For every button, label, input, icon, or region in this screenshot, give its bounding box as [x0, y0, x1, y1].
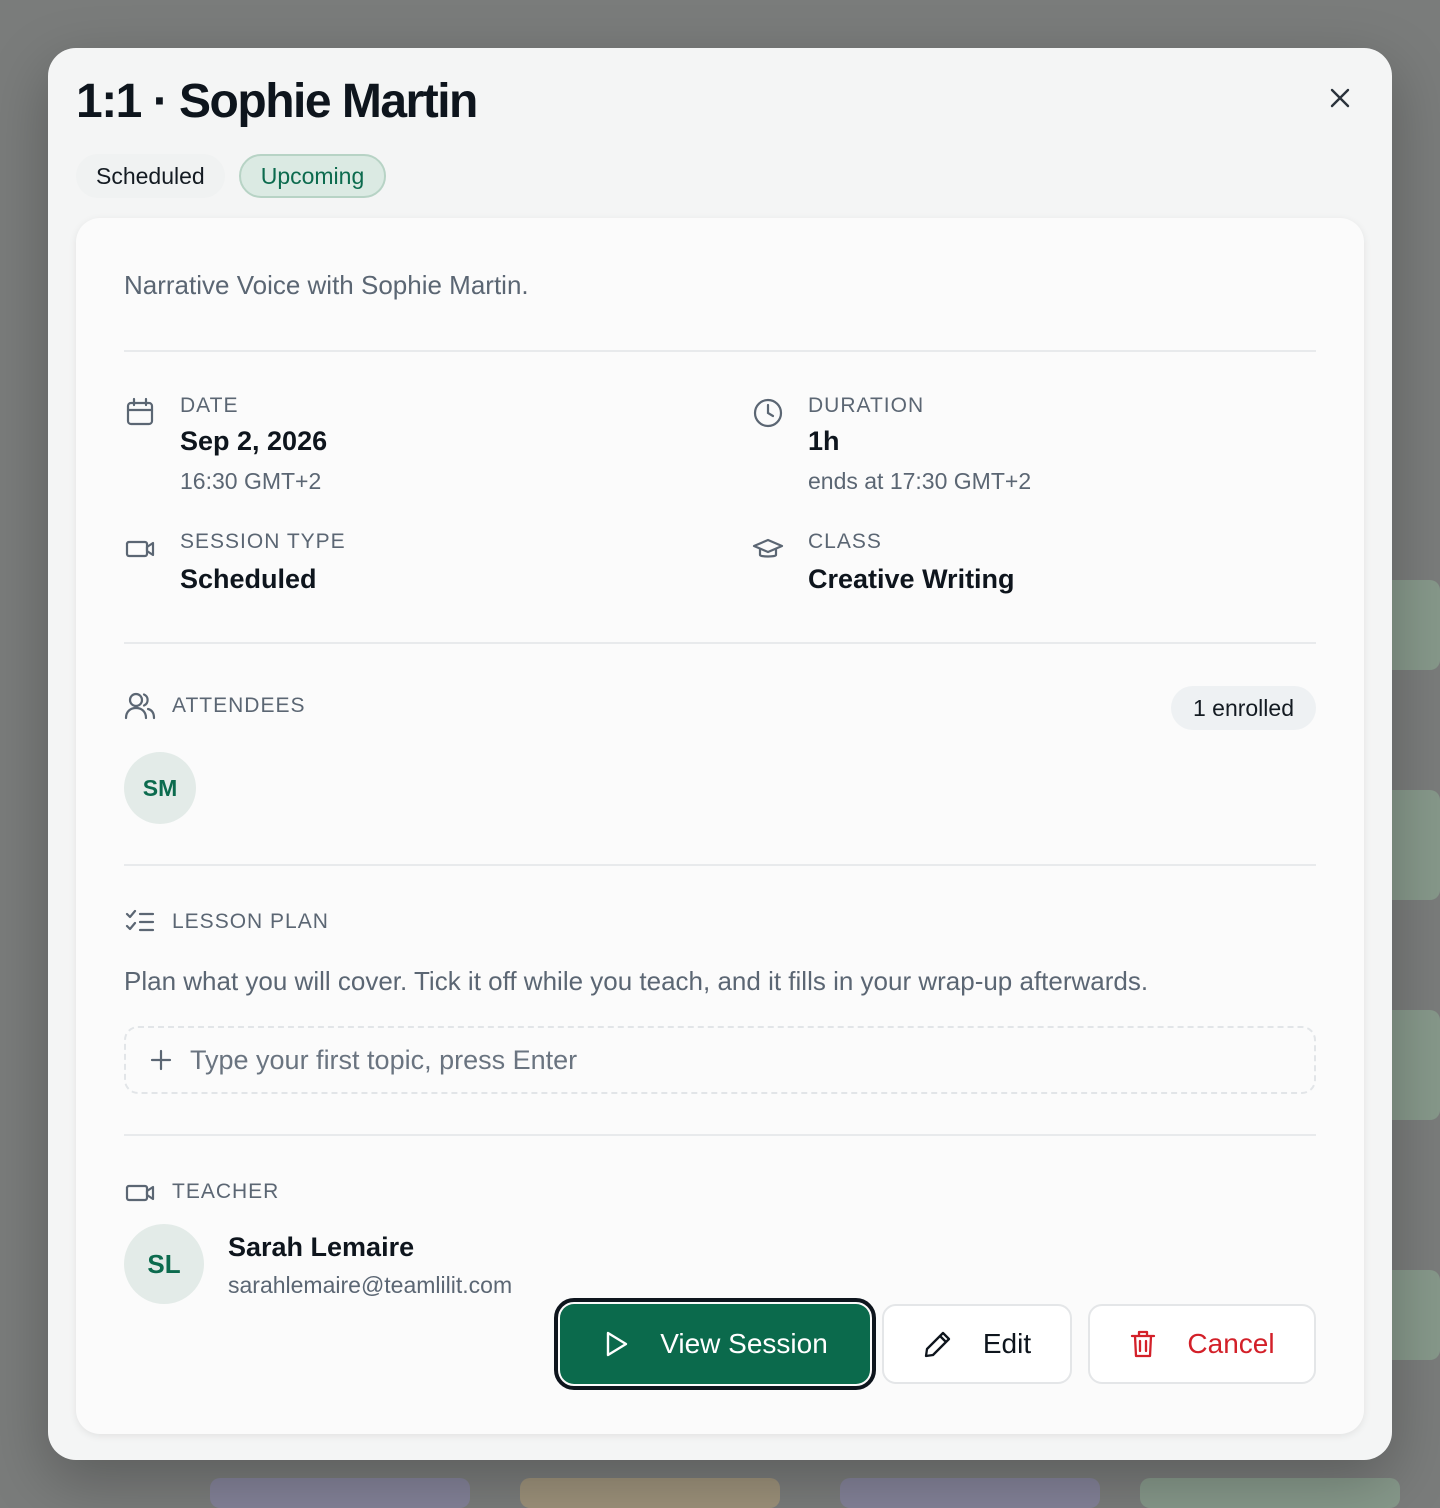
close-button[interactable]	[1326, 84, 1354, 112]
background-event-strip	[1140, 1478, 1400, 1508]
teacher-name: Sarah Lemaire	[228, 1232, 415, 1262]
class-label: CLASS	[808, 530, 882, 553]
status-badge-upcoming: Upcoming	[238, 154, 387, 198]
lesson-plan-label: LESSON PLAN	[172, 910, 329, 933]
edit-button[interactable]: Edit	[882, 1304, 1072, 1384]
teacher-header: TEACHER	[124, 1176, 279, 1208]
attendees-header: ATTENDEES	[124, 690, 305, 722]
date-time: 16:30 GMT+2	[180, 468, 322, 494]
divider	[124, 1134, 1316, 1136]
divider	[124, 350, 1316, 352]
session-dialog: 1:1 · Sophie Martin Scheduled Upcoming N…	[48, 48, 1392, 1460]
enrolled-count-badge: 1 enrolled	[1170, 686, 1316, 730]
lesson-plan-header: LESSON PLAN	[124, 906, 329, 938]
calendar-icon	[126, 397, 154, 426]
video-camera-icon	[125, 1184, 155, 1202]
duration-label: DURATION	[808, 394, 925, 417]
graduation-cap-icon	[752, 538, 784, 558]
session-description: Narrative Voice with Sophie Martin.	[124, 270, 529, 300]
background-event-strip	[520, 1478, 780, 1508]
lesson-plan-hint: Plan what you will cover. Tick it off wh…	[124, 966, 1149, 996]
teacher-email[interactable]: sarahlemaire@teamlilit.com	[228, 1272, 512, 1299]
pencil-icon	[924, 1331, 951, 1358]
teacher-avatar: SL	[124, 1224, 204, 1304]
date-value: Sep 2, 2026	[180, 426, 328, 456]
dialog-title: 1:1 · Sophie Martin	[76, 75, 478, 128]
class-value: Creative Writing	[808, 564, 1015, 594]
teacher-label: TEACHER	[172, 1180, 280, 1203]
topic-input-placeholder: Type your first topic, press Enter	[190, 1044, 578, 1075]
session-details-card: Narrative Voice with Sophie Martin. DATE…	[76, 218, 1364, 1434]
play-icon	[607, 1331, 628, 1357]
divider	[124, 642, 1316, 644]
status-badges: Scheduled Upcoming	[76, 154, 387, 198]
date-label: DATE	[180, 394, 239, 417]
attendees-label: ATTENDEES	[172, 694, 306, 717]
view-session-label: View Session	[660, 1328, 828, 1359]
checklist-icon	[125, 909, 155, 932]
cancel-label: Cancel	[1187, 1328, 1275, 1359]
duration-value: 1h	[808, 426, 840, 456]
edit-label: Edit	[982, 1328, 1032, 1359]
view-session-button[interactable]: View Session	[554, 1298, 876, 1390]
session-type-value: Scheduled	[180, 564, 317, 594]
plus-icon	[150, 1049, 172, 1071]
close-icon	[1330, 88, 1350, 108]
cancel-button[interactable]: Cancel	[1088, 1304, 1316, 1384]
session-type-label: SESSION TYPE	[180, 530, 346, 553]
clock-icon	[753, 398, 783, 428]
status-badge-scheduled: Scheduled	[76, 154, 225, 198]
background-event-strip	[210, 1478, 470, 1508]
divider	[124, 864, 1316, 866]
duration-end-time: ends at 17:30 GMT+2	[808, 468, 1032, 494]
background-event-strip	[840, 1478, 1100, 1508]
video-camera-icon	[125, 540, 155, 558]
attendee-avatar[interactable]: SM	[124, 752, 196, 824]
topic-input[interactable]: Type your first topic, press Enter	[124, 1026, 1316, 1094]
trash-icon	[1131, 1330, 1156, 1358]
users-icon	[124, 692, 156, 720]
